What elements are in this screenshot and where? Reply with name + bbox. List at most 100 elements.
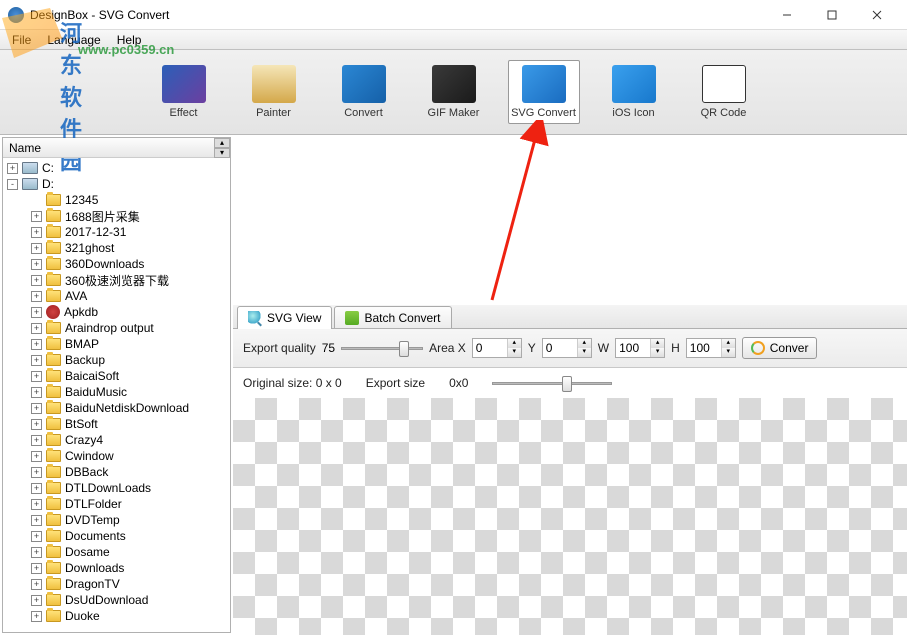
folder-item[interactable]: +DBBack [3, 464, 230, 480]
folder-item[interactable]: +Dosame [3, 544, 230, 560]
expander-icon[interactable]: + [31, 451, 42, 462]
tool-effect[interactable]: Effect [148, 61, 220, 123]
tool-convert[interactable]: Convert [328, 61, 400, 123]
area-y-input[interactable]: ▴▾ [542, 338, 592, 358]
y-up[interactable]: ▴ [577, 339, 591, 348]
expander-icon[interactable]: - [7, 179, 18, 190]
minimize-button[interactable] [764, 1, 809, 29]
expander-icon[interactable]: + [31, 243, 42, 254]
folder-icon [46, 370, 61, 382]
preview-canvas[interactable] [233, 398, 907, 635]
header-scroll-up[interactable]: ▴ [214, 138, 230, 148]
expander-icon[interactable]: + [31, 499, 42, 510]
maximize-button[interactable] [809, 1, 854, 29]
expander-icon[interactable]: + [31, 275, 42, 286]
folder-item[interactable]: +AVA [3, 288, 230, 304]
expander-icon[interactable]: + [31, 339, 42, 350]
folder-icon [46, 578, 61, 590]
convert-button[interactable]: Conver [742, 337, 818, 359]
tab-svg-view[interactable]: SVG View [237, 306, 332, 329]
folder-item[interactable]: +Crazy4 [3, 432, 230, 448]
expander-icon[interactable]: + [31, 467, 42, 478]
close-button[interactable] [854, 1, 899, 29]
x-up[interactable]: ▴ [507, 339, 521, 348]
folder-item[interactable]: 12345 [3, 192, 230, 208]
expander-icon[interactable]: + [31, 419, 42, 430]
expander-icon[interactable]: + [31, 307, 42, 318]
tool-ios-icon[interactable]: iOS Icon [598, 61, 670, 123]
menu-language[interactable]: Language [41, 31, 106, 49]
expander-icon[interactable]: + [31, 483, 42, 494]
tool-qr-code[interactable]: QR Code [688, 61, 760, 123]
expander-icon[interactable]: + [31, 387, 42, 398]
expander-icon[interactable]: + [31, 579, 42, 590]
drive-D[interactable]: - D: [3, 176, 230, 192]
folder-item[interactable]: +BtSoft [3, 416, 230, 432]
area-h-field[interactable] [687, 341, 721, 355]
folder-item[interactable]: +DsUdDownload [3, 592, 230, 608]
folder-item[interactable]: +DTLDownLoads [3, 480, 230, 496]
folder-item[interactable]: +321ghost [3, 240, 230, 256]
header-scroll-down[interactable]: ▾ [214, 148, 230, 158]
folder-item[interactable]: +2017-12-31 [3, 224, 230, 240]
folder-item[interactable]: +BaiduNetdiskDownload [3, 400, 230, 416]
tab-batch-convert[interactable]: Batch Convert [334, 306, 451, 328]
expander-icon[interactable]: + [31, 595, 42, 606]
tool-gif-maker[interactable]: GIF Maker [418, 61, 490, 123]
area-y-field[interactable] [543, 341, 577, 355]
folder-item[interactable]: +BaicaiSoft [3, 368, 230, 384]
folder-item[interactable]: +Downloads [3, 560, 230, 576]
h-up[interactable]: ▴ [721, 339, 735, 348]
expander-icon[interactable]: + [31, 211, 42, 222]
expander-icon[interactable]: + [31, 547, 42, 558]
folder-item[interactable]: +BMAP [3, 336, 230, 352]
y-down[interactable]: ▾ [577, 348, 591, 357]
expander-icon[interactable]: + [31, 531, 42, 542]
folder-item[interactable]: +Cwindow [3, 448, 230, 464]
tree-header[interactable]: Name ▴ ▾ [3, 138, 230, 158]
area-h-input[interactable]: ▴▾ [686, 338, 736, 358]
w-down[interactable]: ▾ [650, 348, 664, 357]
folder-item[interactable]: +DVDTemp [3, 512, 230, 528]
tool-label: QR Code [690, 107, 758, 119]
folder-item[interactable]: +360极速浏览器下载 [3, 272, 230, 288]
h-down[interactable]: ▾ [721, 348, 735, 357]
folder-item[interactable]: +DragonTV [3, 576, 230, 592]
folder-icon [46, 498, 61, 510]
tool-painter[interactable]: Painter [238, 61, 310, 123]
expander-icon[interactable]: + [31, 563, 42, 574]
expander-icon[interactable]: + [31, 611, 42, 622]
w-up[interactable]: ▴ [650, 339, 664, 348]
folder-item[interactable]: +Backup [3, 352, 230, 368]
menu-file[interactable]: File [6, 31, 37, 49]
area-x-input[interactable]: ▴▾ [472, 338, 522, 358]
folder-item[interactable]: +Araindrop output [3, 320, 230, 336]
expander-icon[interactable]: + [31, 515, 42, 526]
export-size-slider[interactable] [492, 374, 612, 392]
folder-item[interactable]: +Duoke [3, 608, 230, 624]
expander-icon[interactable]: + [31, 227, 42, 238]
folder-item[interactable]: +360Downloads [3, 256, 230, 272]
expander-icon[interactable]: + [31, 259, 42, 270]
area-x-field[interactable] [473, 341, 507, 355]
tool-svg-convert[interactable]: SVG Convert [508, 60, 580, 124]
area-w-field[interactable] [616, 341, 650, 355]
expander-icon[interactable]: + [31, 371, 42, 382]
drive-C[interactable]: + C: [3, 160, 230, 176]
folder-item[interactable]: +1688图片采集 [3, 208, 230, 224]
folder-item[interactable]: +Documents [3, 528, 230, 544]
expander-icon[interactable]: + [31, 323, 42, 334]
area-w-input[interactable]: ▴▾ [615, 338, 665, 358]
folder-tree[interactable]: + C:- D:12345+1688图片采集+2017-12-31+321gho… [3, 158, 230, 632]
expander-icon[interactable]: + [31, 435, 42, 446]
folder-item[interactable]: +Apkdb [3, 304, 230, 320]
folder-item[interactable]: +DTLFolder [3, 496, 230, 512]
expander-icon[interactable]: + [31, 355, 42, 366]
expander-icon[interactable]: + [7, 163, 18, 174]
quality-slider[interactable] [341, 339, 423, 357]
expander-icon[interactable]: + [31, 403, 42, 414]
folder-item[interactable]: +BaiduMusic [3, 384, 230, 400]
expander-icon[interactable]: + [31, 291, 42, 302]
x-down[interactable]: ▾ [507, 348, 521, 357]
menu-help[interactable]: Help [111, 31, 148, 49]
